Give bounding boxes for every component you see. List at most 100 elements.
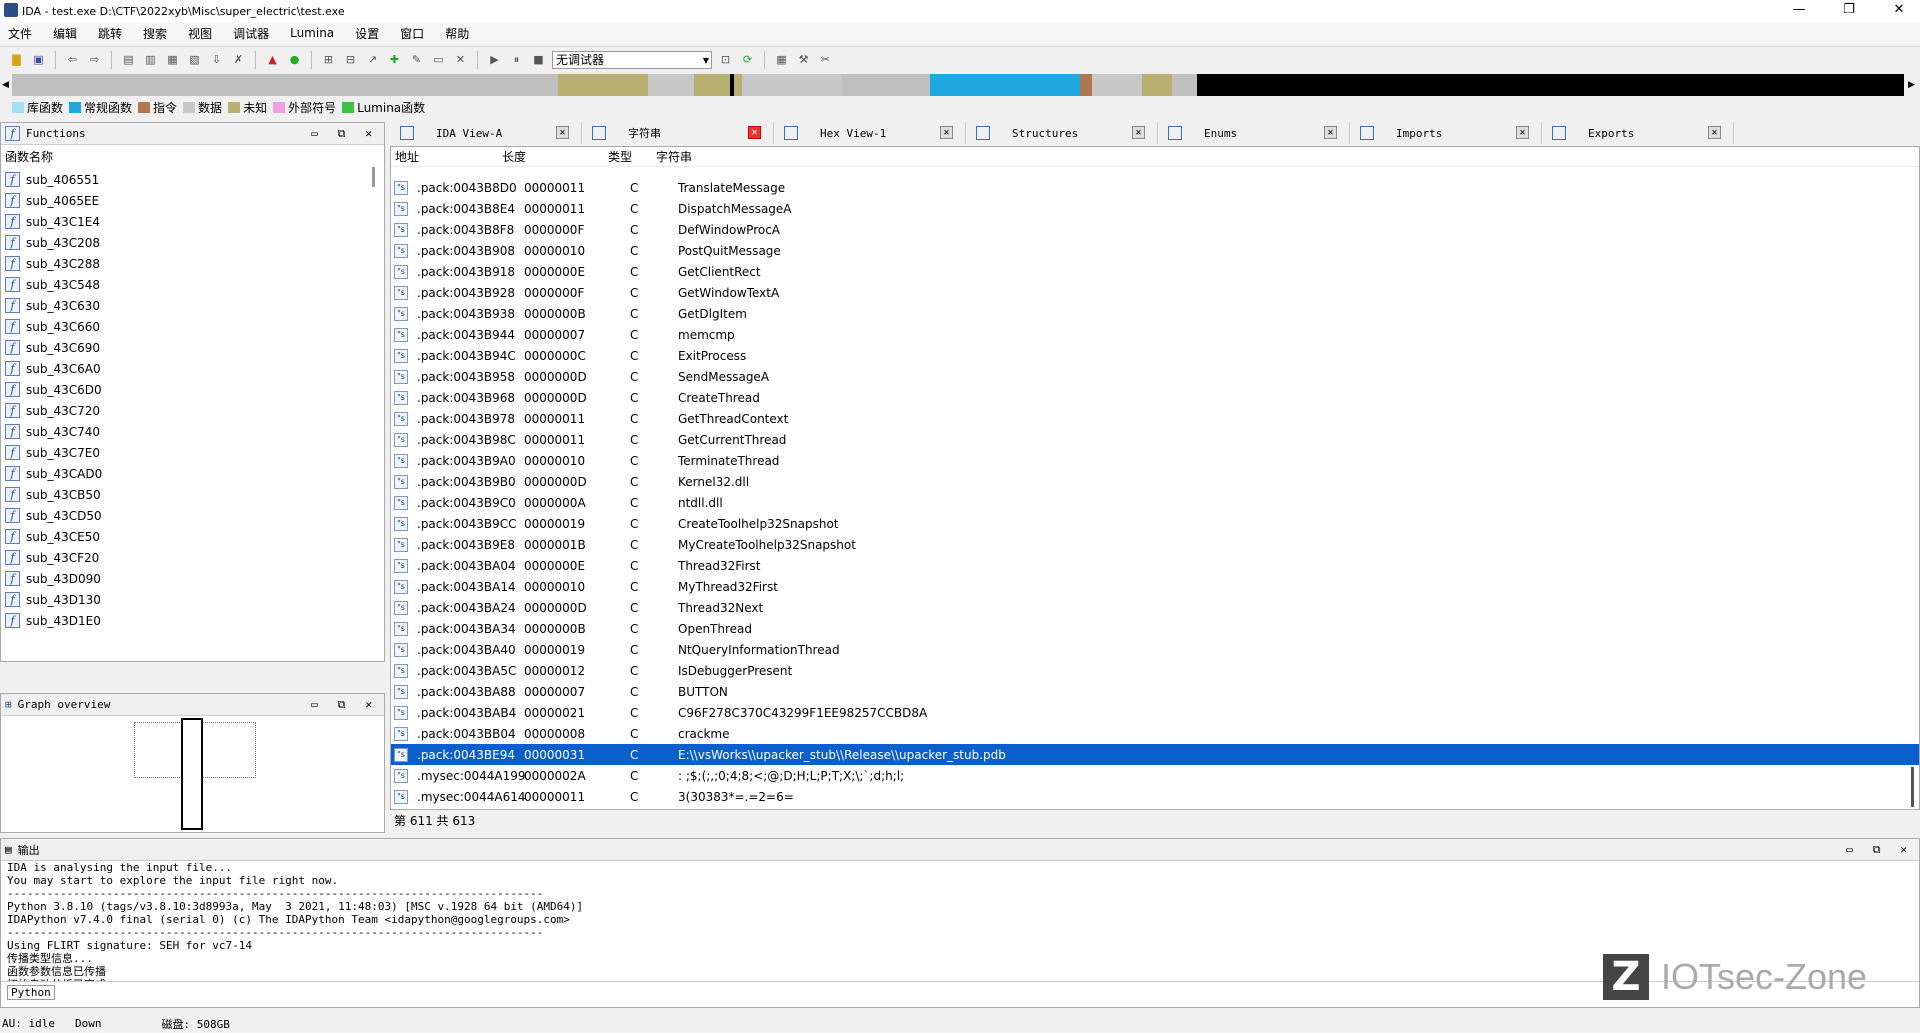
menu-options[interactable]: 设置: [355, 25, 379, 42]
maximize-button[interactable]: ❐: [1826, 0, 1872, 22]
function-item[interactable]: f sub_43C288: [1, 253, 384, 274]
tab-ida-view-a[interactable]: IDA View-A ✕: [390, 122, 582, 144]
function-item[interactable]: f sub_43CD50: [1, 505, 384, 526]
function-item[interactable]: f sub_43C740: [1, 421, 384, 442]
col-string[interactable]: 字符串: [656, 148, 1919, 165]
pause-icon[interactable]: ▭: [430, 51, 447, 68]
warning-icon[interactable]: ▲: [264, 51, 281, 68]
string-row[interactable]: "s .pack:0043BA34 0000000B C OpenThread: [391, 618, 1919, 639]
function-item[interactable]: f sub_43C1E4: [1, 211, 384, 232]
col-address[interactable]: 地址: [395, 148, 502, 165]
data-icon[interactable]: ▦: [164, 51, 181, 68]
string-row[interactable]: "s .pack:0043B9A0 00000010 C TerminateThread: [391, 450, 1919, 471]
function-item[interactable]: f sub_43C548: [1, 274, 384, 295]
string-row[interactable]: "s .pack:0043BA5C 00000012 C IsDebuggerPrese…: [391, 660, 1919, 681]
tab-close-icon[interactable]: ✕: [556, 126, 569, 139]
function-item[interactable]: f sub_43CE50: [1, 526, 384, 547]
attach-icon[interactable]: ⊡: [717, 51, 734, 68]
string-row[interactable]: "s .pack:0043B978 00000011 C GetThreadContex…: [391, 408, 1919, 429]
tab-structures[interactable]: Structures ✕: [966, 122, 1158, 144]
tab-close-icon[interactable]: ✕: [1516, 126, 1529, 139]
tab-enums[interactable]: Enums ✕: [1158, 122, 1350, 144]
nav-right-arrow-icon[interactable]: ▶: [1908, 76, 1918, 94]
string-row[interactable]: "s .pack:0043B958 0000000D C SendMessageA: [391, 366, 1919, 387]
string-row[interactable]: "s .pack:0043BE94 00000031 C E:\\vsWorks\\up…: [391, 744, 1919, 765]
function-item[interactable]: f sub_43D090: [1, 568, 384, 589]
function-scrollbar[interactable]: [372, 167, 375, 187]
string-row[interactable]: "s .pack:0043B944 00000007 Cmemcmp: [391, 324, 1919, 345]
close-icon[interactable]: ✕: [452, 51, 469, 68]
script-icon[interactable]: ✎: [408, 51, 425, 68]
minimize-button[interactable]: —: [1776, 0, 1822, 22]
play-icon[interactable]: ▶: [486, 51, 503, 68]
disconnect-icon[interactable]: ✂: [817, 51, 834, 68]
string-row[interactable]: "s .pack:0043BA14 00000010 C MyThread32First: [391, 576, 1919, 597]
string-row[interactable]: "s .pack:0043B9C0 0000000A Cntdll.dll: [391, 492, 1919, 513]
close-window-button[interactable]: ✕: [1876, 0, 1920, 22]
hex-icon[interactable]: ▤: [120, 51, 137, 68]
string-row[interactable]: "s .pack:0043BA24 0000000D C Thread32Next: [391, 597, 1919, 618]
function-item[interactable]: f sub_43C690: [1, 337, 384, 358]
string-row[interactable]: "s .pack:0043BA04 0000000E C Thread32First: [391, 555, 1919, 576]
function-item[interactable]: f sub_43CB50: [1, 484, 384, 505]
function-item[interactable]: f sub_406551: [1, 169, 384, 190]
string-row[interactable]: "s .pack:0043B98C 00000011 C GetCurrentThrea…: [391, 429, 1919, 450]
function-item[interactable]: f sub_43C6A0: [1, 358, 384, 379]
function-name-header[interactable]: 函数名称: [1, 145, 384, 169]
string-row[interactable]: "s .pack:0043B928 0000000F C GetWindowTextA: [391, 282, 1919, 303]
undefine-icon[interactable]: ✗: [230, 51, 247, 68]
col-type[interactable]: 类型: [608, 148, 656, 165]
pane-controls[interactable]: ▭ ⧉ ✕: [311, 698, 372, 712]
strings-scrollbar[interactable]: [1911, 767, 1914, 807]
menu-search[interactable]: 搜索: [143, 25, 167, 42]
function-item[interactable]: f sub_43C660: [1, 316, 384, 337]
tab-close-icon[interactable]: ✕: [1324, 126, 1337, 139]
navigation-band[interactable]: [12, 74, 1904, 96]
string-row[interactable]: "s .pack:0043BA88 00000007 C BUTTON: [391, 681, 1919, 702]
string-row[interactable]: "s .pack:0043B908 00000010 C PostQuitMessage: [391, 240, 1919, 261]
string-row[interactable]: "s .pack:0043BB04 00000008 Ccrackme: [391, 723, 1919, 744]
function-item[interactable]: f sub_43CAD0: [1, 463, 384, 484]
xref-icon[interactable]: ↗: [364, 51, 381, 68]
string-row[interactable]: "s .mysec:0044A199 0000002A C: ;$;(;,;0;4;8…: [391, 765, 1919, 786]
add-breakpoint-icon[interactable]: ✚: [386, 51, 403, 68]
col-length[interactable]: 长度: [502, 148, 608, 165]
nav-left-arrow-icon[interactable]: ◀: [2, 76, 12, 94]
pane-controls[interactable]: ▭ ⧉ ✕: [1846, 843, 1907, 857]
tab-close-icon[interactable]: ✕: [748, 126, 761, 139]
menu-file[interactable]: 文件: [8, 25, 32, 42]
string-row[interactable]: "s .pack:0043B918 0000000E C GetClientRect: [391, 261, 1919, 282]
open-folder-icon[interactable]: ▇: [8, 51, 25, 68]
string-row[interactable]: "s .pack:0043B9CC 00000019 C CreateToolhelp3…: [391, 513, 1919, 534]
menu-view[interactable]: 视图: [188, 25, 212, 42]
menu-edit[interactable]: 编辑: [53, 25, 77, 42]
tab-hex-view-1[interactable]: Hex View-1 ✕: [774, 122, 966, 144]
function-item[interactable]: f sub_43C6D0: [1, 379, 384, 400]
flow-icon[interactable]: ⊟: [342, 51, 359, 68]
python-tab[interactable]: Python: [7, 985, 55, 1000]
string-row[interactable]: "s .pack:0043B9E8 0000001B C MyCreateToolhel…: [391, 534, 1919, 555]
stop-icon[interactable]: ■: [530, 51, 547, 68]
menu-lumina[interactable]: Lumina: [290, 26, 334, 40]
function-item[interactable]: f sub_43C7E0: [1, 442, 384, 463]
string-row[interactable]: "s .pack:0043B8F8 0000000F C DefWindowProcA: [391, 219, 1919, 240]
string-row[interactable]: "s .pack:0043B938 0000000B C GetDlgItem: [391, 303, 1919, 324]
code-icon[interactable]: ▥: [142, 51, 159, 68]
save-icon[interactable]: ▣: [30, 51, 47, 68]
function-item[interactable]: f sub_43C208: [1, 232, 384, 253]
function-item[interactable]: f sub_43CF20: [1, 547, 384, 568]
string-row[interactable]: "s .pack:0043B968 0000000D C CreateThread: [391, 387, 1919, 408]
string-row[interactable]: "s .pack:0043BAB4 00000021 C C96F278C370C432…: [391, 702, 1919, 723]
refresh-icon[interactable]: ⟳: [739, 51, 756, 68]
menu-debugger[interactable]: 调试器: [233, 25, 269, 42]
string-row[interactable]: "s .pack:0043B9B0 0000000D C Kernel32.dll: [391, 471, 1919, 492]
function-item[interactable]: f sub_43D130: [1, 589, 384, 610]
down-arrow-icon[interactable]: ⇩: [208, 51, 225, 68]
menu-jump[interactable]: 跳转: [98, 25, 122, 42]
graph-node[interactable]: [181, 718, 203, 830]
pause-debug-icon[interactable]: ⏸: [508, 51, 525, 68]
forward-arrow-icon[interactable]: ⇨: [86, 51, 103, 68]
tab-exports[interactable]: Exports ✕: [1542, 122, 1734, 144]
tools-icon[interactable]: ⚒: [795, 51, 812, 68]
string-row[interactable]: "s .pack:0043B94C 0000000C C ExitProcess: [391, 345, 1919, 366]
